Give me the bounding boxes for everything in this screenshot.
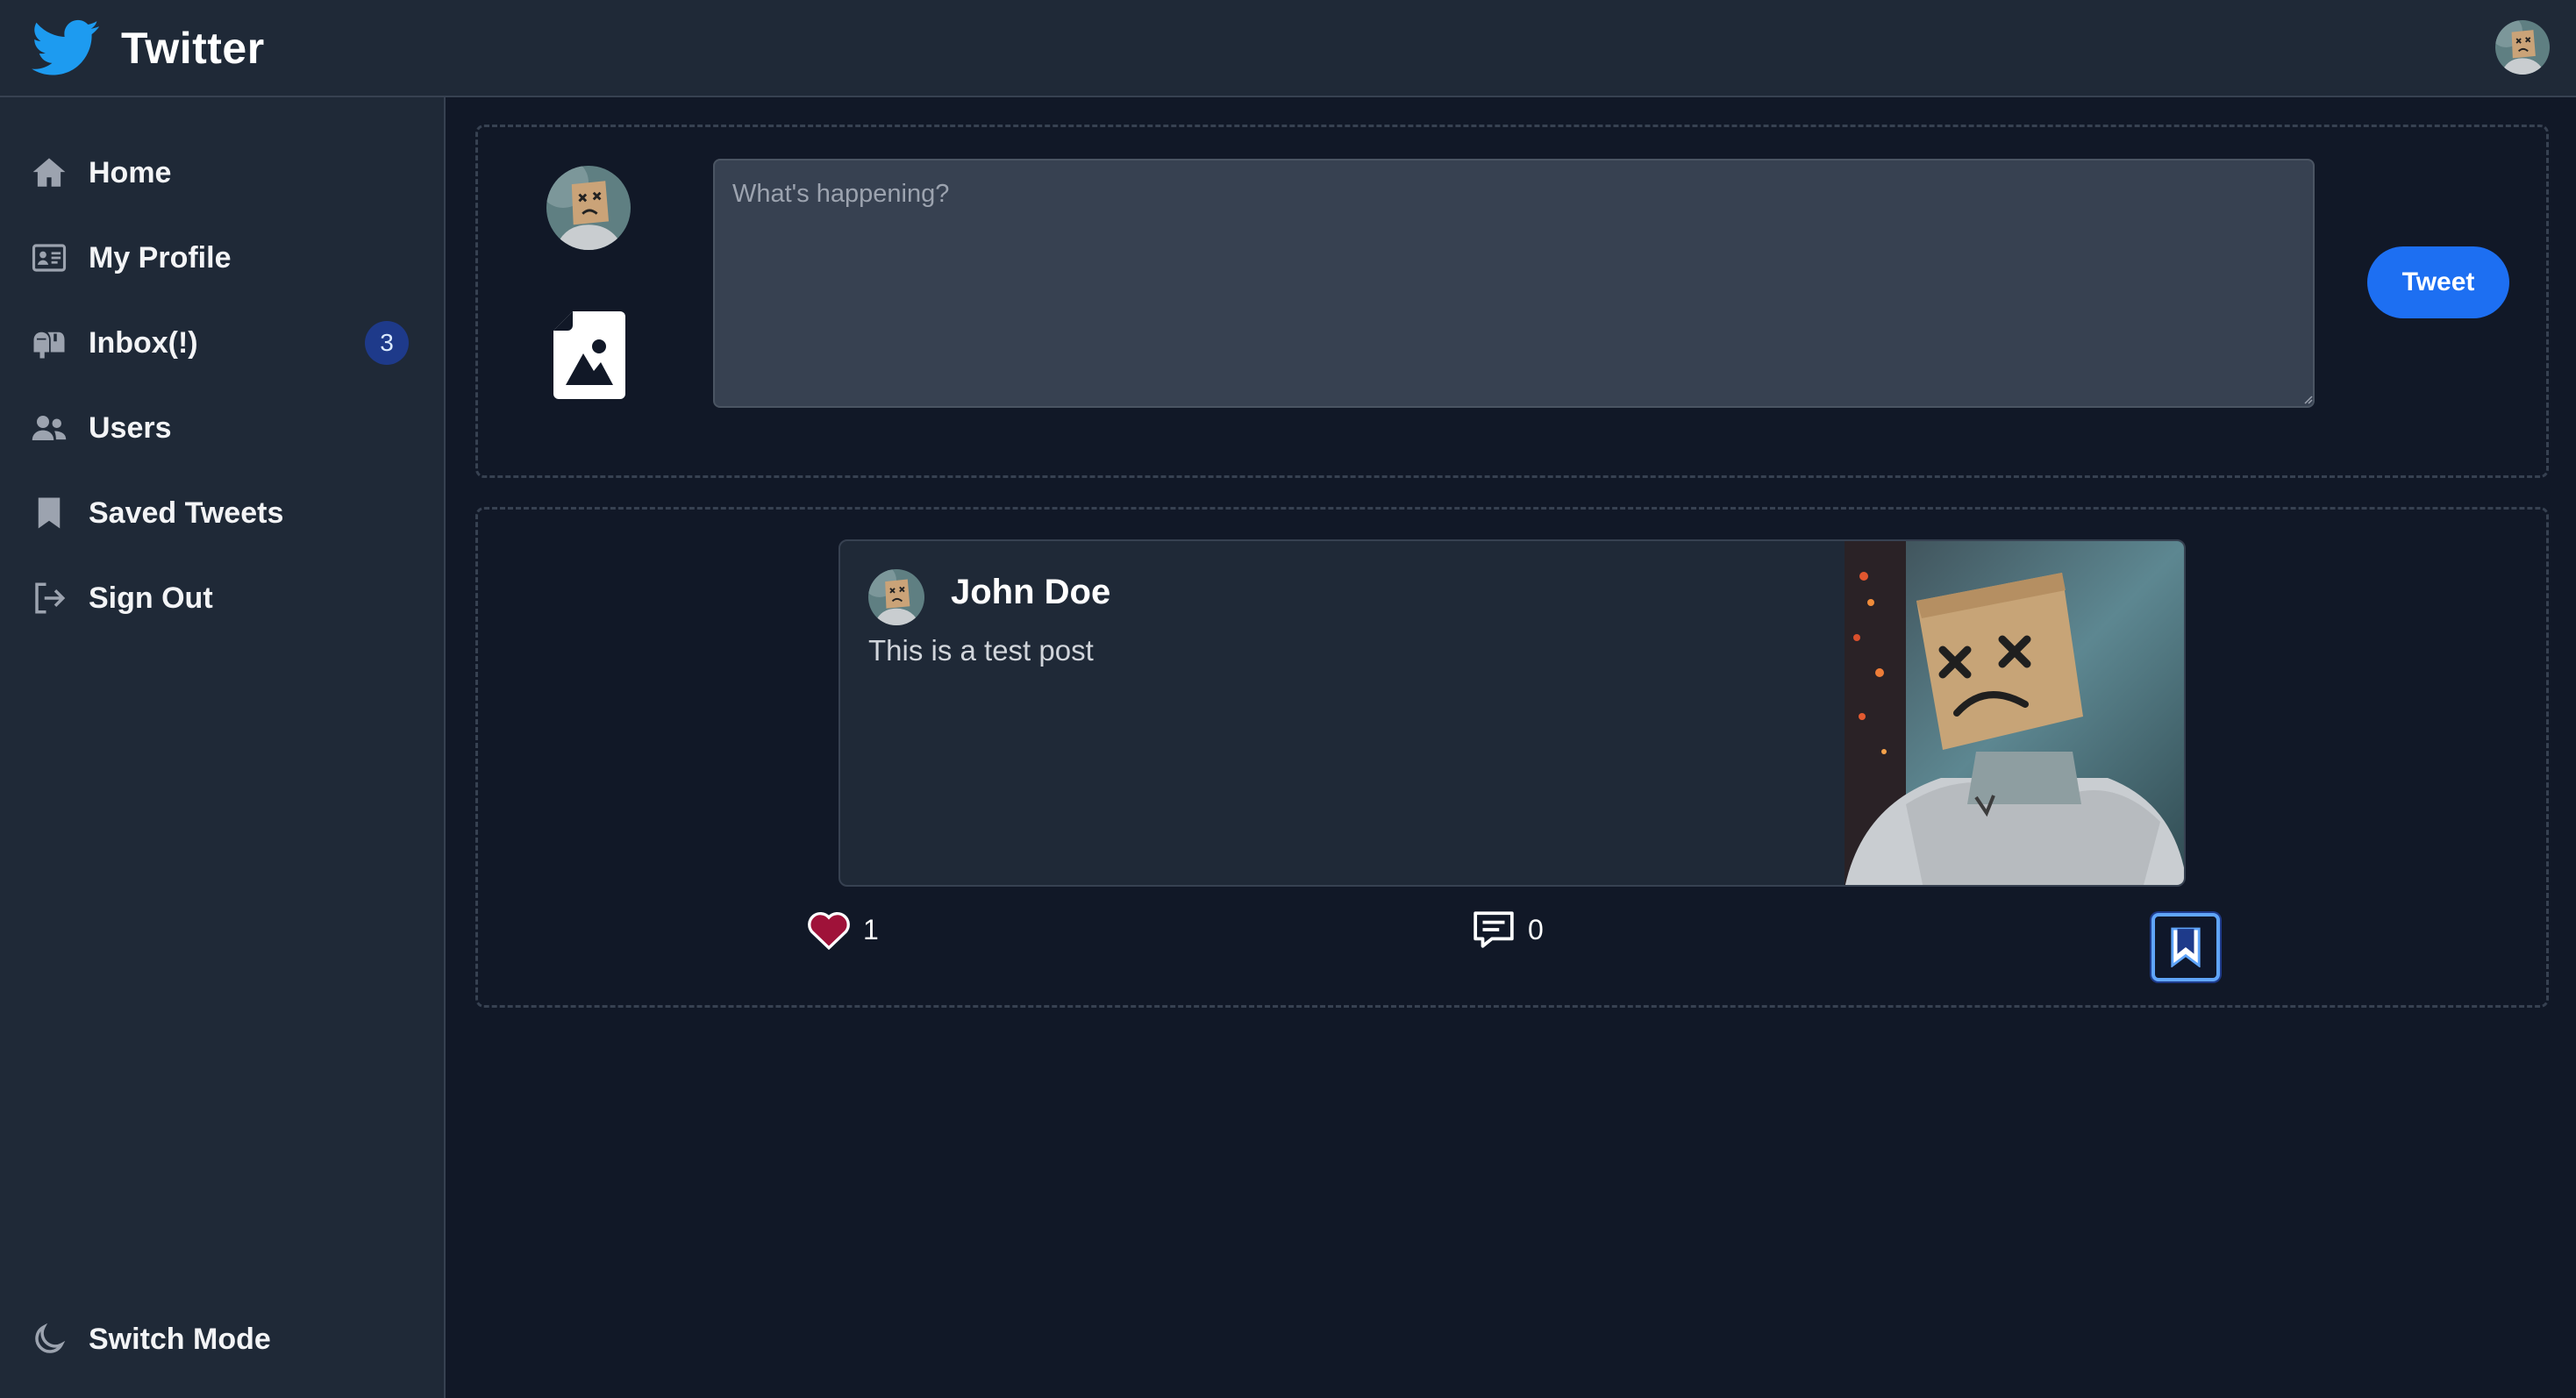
sidebar-item-my-profile[interactable]: My Profile [30, 227, 416, 289]
like-button[interactable]: 1 [807, 899, 879, 960]
switch-mode-button[interactable]: Switch Mode [30, 1309, 416, 1370]
sidebar-item-sign-out[interactable]: Sign Out [30, 567, 416, 629]
resize-handle-icon[interactable] [2302, 394, 2313, 404]
tweet-author-name[interactable]: John Doe [951, 573, 1110, 612]
moon-icon [30, 1320, 68, 1359]
sidebar-item-label: Users [89, 410, 172, 445]
sidebar-item-label: Sign Out [89, 581, 213, 615]
image-upload-icon[interactable] [553, 311, 625, 399]
tweet-card[interactable]: John Doe This is a test post [838, 539, 2186, 887]
user-avatar[interactable] [2495, 20, 2550, 75]
sidebar-item-label: Inbox(!) [89, 325, 198, 360]
top-bar: Twitter [0, 0, 2576, 97]
inbox-count-badge: 3 [365, 321, 409, 365]
brand[interactable]: Twitter [32, 19, 265, 77]
paper-bag-person-image [1845, 541, 2184, 885]
bookmark-button[interactable] [2151, 913, 2220, 981]
tweet-feed: John Doe This is a test post 1 0 [475, 507, 2549, 1008]
id-card-icon [30, 239, 68, 277]
users-icon [30, 409, 68, 447]
heart-icon [808, 911, 850, 950]
sign-out-icon [30, 579, 68, 617]
sidebar: Home My Profile Inbox(!) 3 Users Saved T… [0, 97, 446, 1398]
bookmark-icon [2171, 927, 2201, 967]
tweet-text: This is a test post [868, 634, 1094, 667]
like-count: 1 [863, 913, 879, 945]
twitter-bird-icon [32, 19, 99, 75]
avatar-image [546, 166, 631, 250]
sidebar-item-users[interactable]: Users [30, 397, 416, 459]
sidebar-item-saved-tweets[interactable]: Saved Tweets [30, 482, 416, 544]
tweet-input[interactable] [713, 159, 2315, 408]
tweet-image[interactable] [1845, 541, 2184, 885]
tweet-button[interactable]: Tweet [2367, 246, 2509, 318]
avatar-image [868, 569, 924, 625]
sidebar-item-label: My Profile [89, 240, 232, 275]
app-title: Twitter [121, 23, 265, 73]
switch-mode-label: Switch Mode [89, 1322, 271, 1356]
sidebar-item-label: Saved Tweets [89, 496, 284, 530]
tweet-composer: Tweet [475, 125, 2549, 478]
sidebar-item-inbox[interactable]: Inbox(!) 3 [30, 312, 416, 374]
comment-count: 0 [1528, 913, 1544, 945]
sidebar-item-label: Home [89, 155, 172, 189]
comment-button[interactable]: 0 [1472, 899, 1544, 960]
bookmark-icon [30, 494, 68, 532]
avatar-image [2495, 20, 2550, 75]
sidebar-item-home[interactable]: Home [30, 142, 416, 203]
composer-avatar [546, 166, 631, 250]
comment-icon [1474, 911, 1514, 948]
mailbox-icon [30, 324, 68, 362]
home-icon [30, 153, 68, 192]
author-avatar[interactable] [868, 569, 924, 625]
